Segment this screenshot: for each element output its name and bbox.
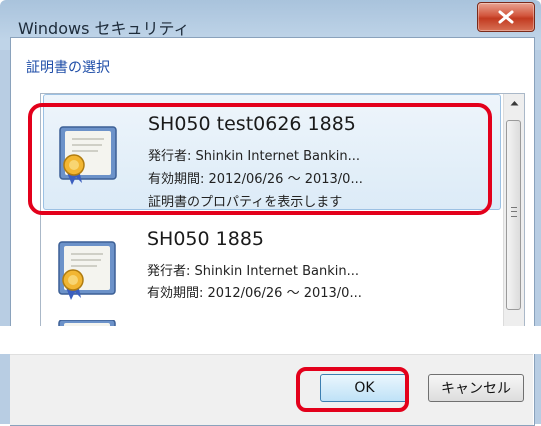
close-button[interactable] bbox=[477, 2, 535, 32]
screenshot-cut-gap bbox=[0, 326, 541, 354]
dialog-footer: OK キャンセル bbox=[10, 354, 533, 425]
cancel-button[interactable]: キャンセル bbox=[428, 374, 524, 402]
scroll-thumb[interactable] bbox=[506, 120, 521, 310]
close-icon bbox=[498, 10, 514, 24]
certificate-item[interactable]: SH050 1885 発行者: Shinkin Internet Bankin.… bbox=[43, 218, 501, 326]
certificate-icon bbox=[58, 241, 116, 300]
ok-button-highlight bbox=[296, 367, 409, 412]
window-border-left bbox=[0, 50, 10, 424]
vertical-scrollbar[interactable] bbox=[503, 94, 524, 326]
selected-certificate-highlight bbox=[28, 103, 492, 215]
chevron-up-icon bbox=[510, 101, 518, 106]
window-title: Windows セキュリティ bbox=[18, 19, 190, 38]
certificate-validity: 有効期間: 2012/06/26 ～ 2013/0... bbox=[147, 286, 362, 301]
scroll-up-button[interactable] bbox=[504, 94, 524, 112]
certificate-issuer: 発行者: Shinkin Internet Bankin... bbox=[147, 264, 360, 279]
certificate-name: SH050 1885 bbox=[147, 228, 265, 250]
section-title: 証明書の選択 bbox=[26, 60, 110, 76]
grip-icon bbox=[511, 207, 517, 217]
